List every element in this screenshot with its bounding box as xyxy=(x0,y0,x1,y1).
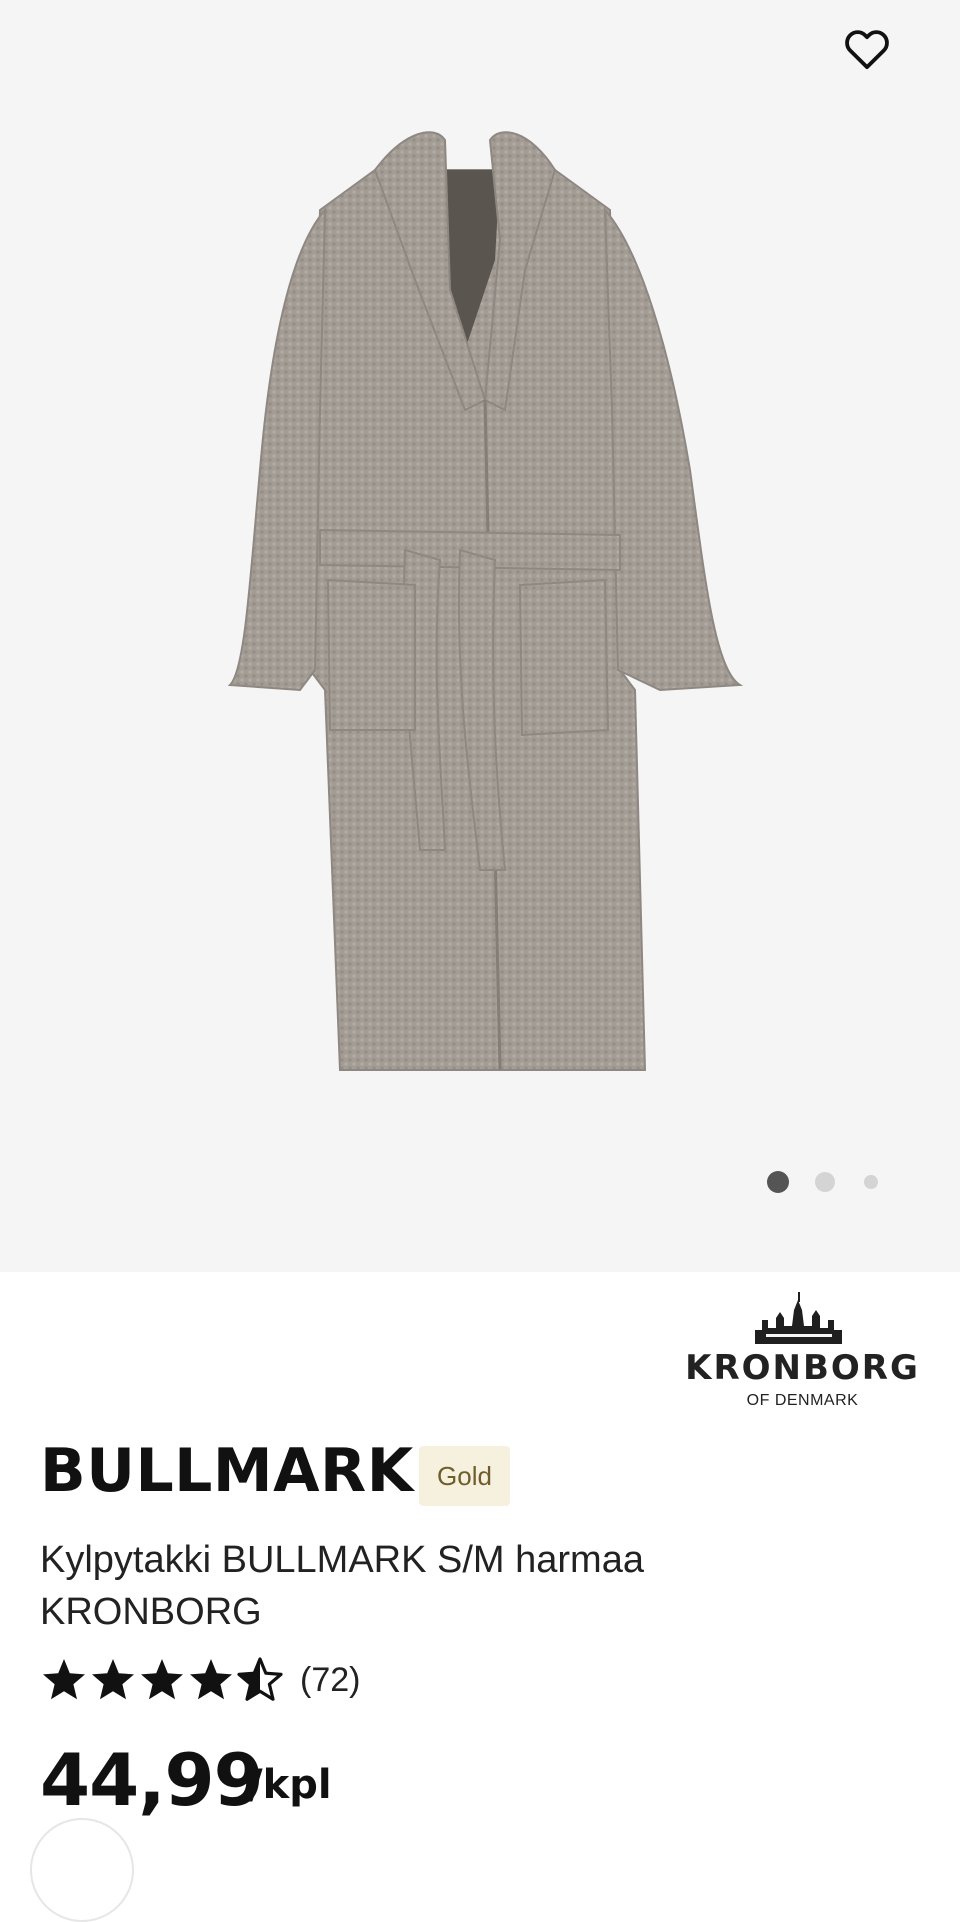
favorite-button[interactable] xyxy=(838,20,896,78)
castle-logo-icon xyxy=(755,1292,842,1344)
star-filled-icon xyxy=(43,1659,85,1700)
rating-count: (72) xyxy=(300,1660,361,1699)
product-title: BULLMARK xyxy=(40,1436,414,1506)
gallery-dot[interactable] xyxy=(864,1175,878,1189)
gallery-dot-active[interactable] xyxy=(767,1171,789,1193)
tier-badge: Gold xyxy=(419,1446,510,1506)
star-filled-icon xyxy=(190,1659,232,1700)
bathrobe-image xyxy=(227,131,744,1071)
rating-stars xyxy=(40,1656,284,1704)
product-description: Kylpytakki BULLMARK S/M harmaa KRONBORG xyxy=(40,1539,644,1633)
brand-logo-subtitle: OF DENMARK xyxy=(746,1392,859,1409)
heart-outline-icon xyxy=(845,30,889,70)
brand-logo[interactable]: KRONBORG OF DENMARK xyxy=(680,1290,925,1415)
brand-logo-name: KRONBORG xyxy=(685,1348,920,1388)
product-image-gallery[interactable] xyxy=(0,0,960,1272)
price-unit: /kpl xyxy=(248,1762,332,1808)
product-rating[interactable]: (72) xyxy=(40,1654,360,1706)
star-filled-icon xyxy=(92,1659,134,1700)
price: 44,99 xyxy=(40,1738,264,1822)
gallery-dot[interactable] xyxy=(815,1172,835,1192)
star-half-icon xyxy=(237,1657,283,1701)
star-filled-icon xyxy=(141,1659,183,1700)
